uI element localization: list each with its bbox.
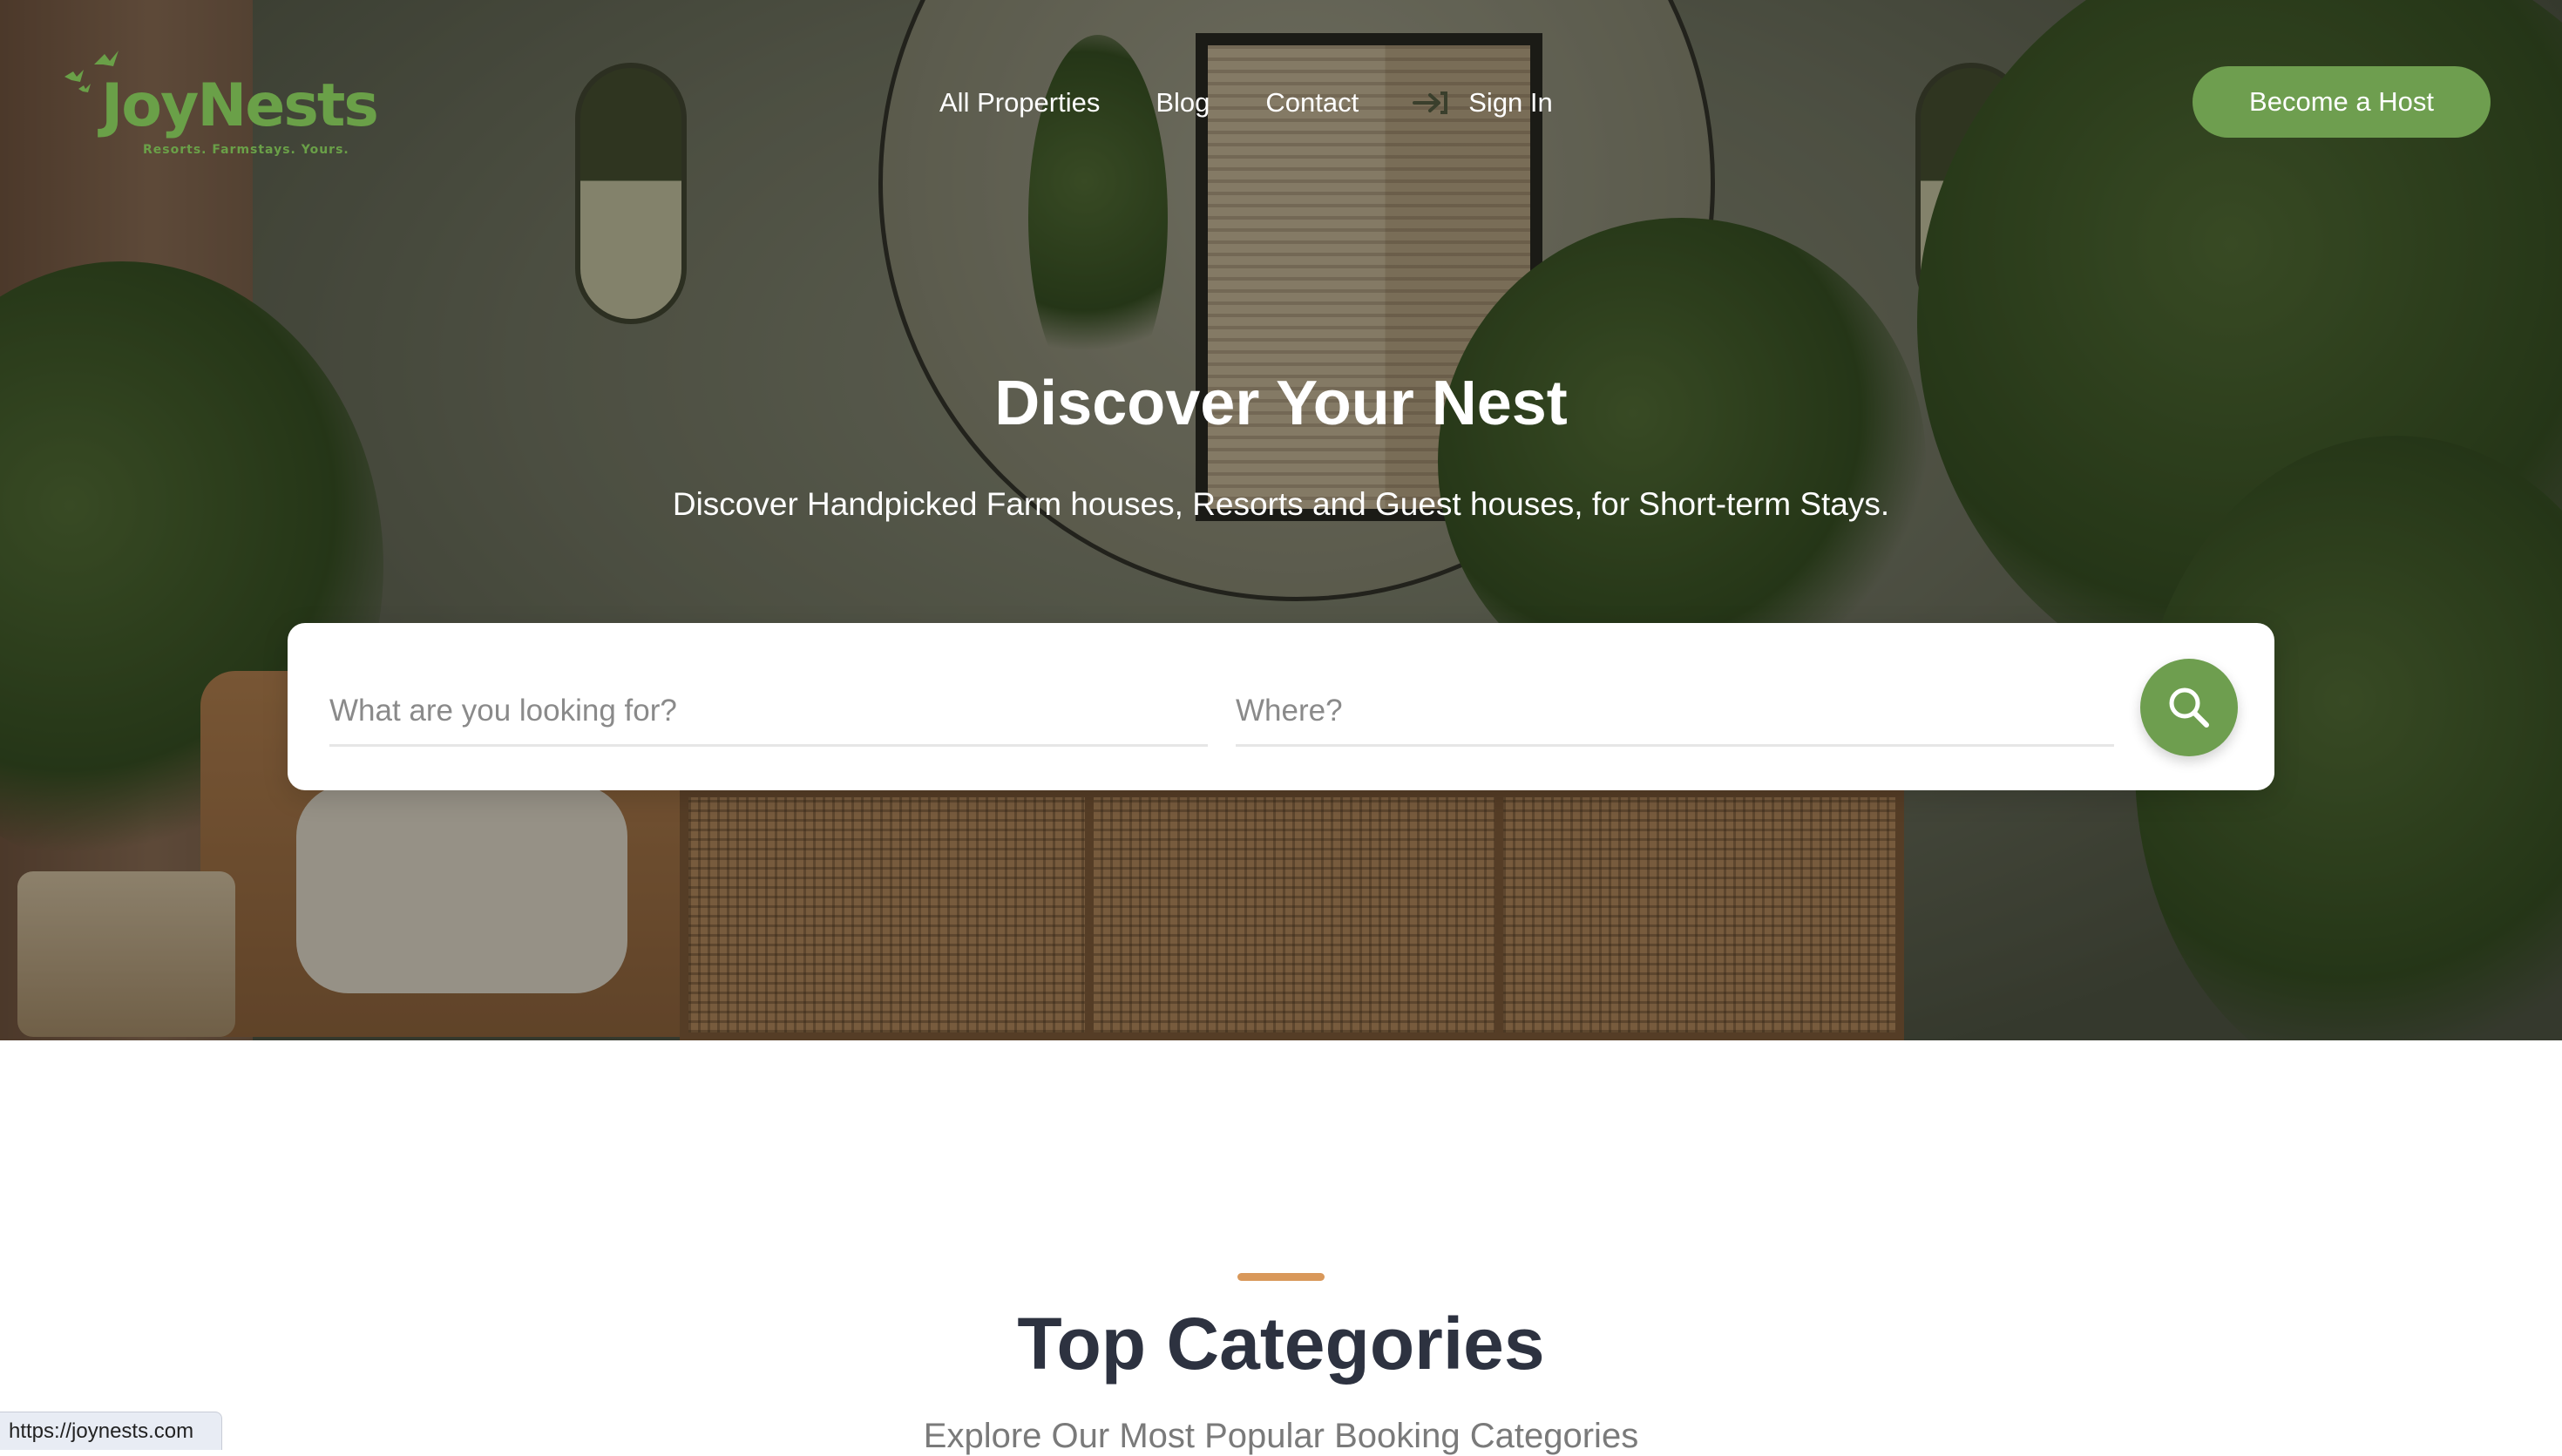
- sign-in-label: Sign In: [1468, 87, 1553, 118]
- categories-title: Top Categories: [1017, 1303, 1545, 1385]
- brand-wordmark: JoyNests: [101, 71, 379, 140]
- search-where-input[interactable]: [1236, 677, 2114, 747]
- nav-blog[interactable]: Blog: [1156, 87, 1210, 119]
- categories-subtitle: Explore Our Most Popular Booking Categor…: [923, 1417, 1639, 1455]
- hero-subtitle: Discover Handpicked Farm houses, Resorts…: [672, 486, 1890, 522]
- hero-title: Discover Your Nest: [994, 369, 1568, 438]
- brand-logo[interactable]: JoyNests Resorts. Farmstays. Yours.: [61, 45, 379, 167]
- brand-tagline: Resorts. Farmstays. Yours.: [143, 143, 349, 157]
- nav-sign-in[interactable]: Sign In: [1411, 87, 1553, 119]
- search-panel: [288, 623, 2274, 790]
- section-accent-bar: [1237, 1273, 1325, 1281]
- main-nav: All Properties Blog Contact Sign In: [939, 84, 1553, 122]
- link-status-url: https://joynests.com: [0, 1412, 222, 1450]
- nav-contact[interactable]: Contact: [1265, 87, 1359, 119]
- become-host-button[interactable]: Become a Host: [2193, 66, 2491, 138]
- sign-in-arrow-icon: [1413, 91, 1448, 114]
- search-icon: [2169, 687, 2209, 728]
- nav-all-properties[interactable]: All Properties: [939, 87, 1100, 119]
- search-what-input[interactable]: [329, 677, 1208, 747]
- search-button[interactable]: [2140, 659, 2238, 756]
